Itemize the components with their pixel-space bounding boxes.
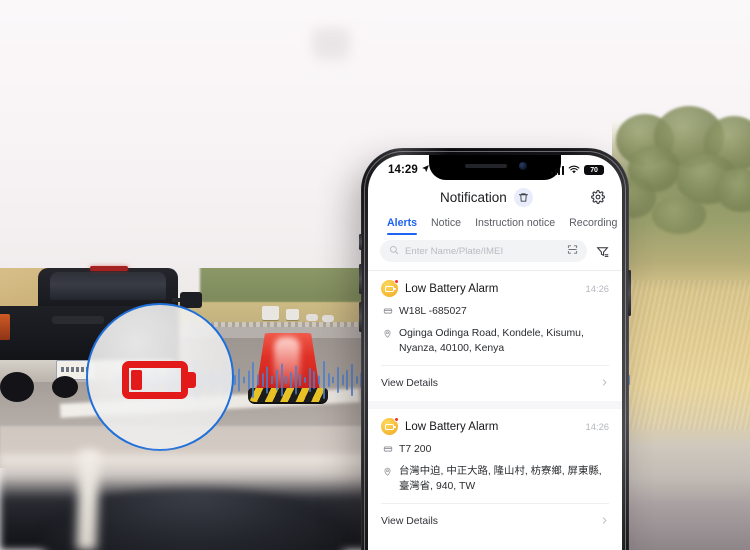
table-row[interactable]: Low Battery Alarm 14:26 T7 200 台灣中迫, 中正大… [368, 409, 622, 540]
alert-time: 14:26 [585, 421, 609, 433]
alert-header-row: Low Battery Alarm 14:26 [381, 417, 609, 436]
phone-volume-up-button[interactable] [359, 264, 362, 294]
screenshot-stage: 14:29 70 Notification Alerts Notice Inst… [0, 0, 750, 550]
page-title: Notification [440, 189, 507, 205]
blurred-ceiling-shape [312, 28, 350, 60]
alert-address-row: Oginga Odinga Road, Kondele, Kisumu, Nya… [381, 319, 609, 356]
trash-icon[interactable] [513, 187, 533, 207]
filter-icon[interactable] [594, 243, 610, 259]
magnifier-lens [86, 303, 234, 451]
tab-recording[interactable]: Recording [562, 215, 622, 236]
unread-dot-icon [394, 279, 399, 284]
view-details-row[interactable]: View Details [381, 503, 609, 539]
alert-device: W18L -685027 [399, 306, 467, 317]
map-pin-icon [382, 464, 393, 477]
phone-screen: 14:29 70 Notification Alerts Notice Inst… [368, 155, 622, 550]
tab-notice[interactable]: Notice [424, 215, 468, 236]
phone-mockup: 14:29 70 Notification Alerts Notice Inst… [359, 148, 631, 550]
phone-volume-down-button[interactable] [359, 302, 362, 332]
alert-address: 台灣中迫, 中正大路, 隆山村, 枋寮鄉, 屏東縣, 臺灣省, 940, TW [399, 466, 602, 493]
tab-alerts[interactable]: Alerts [380, 215, 424, 236]
header-title-group: Notification [440, 187, 533, 207]
vehicle-icon [382, 442, 393, 454]
status-bar-time: 14:29 [388, 164, 418, 176]
alert-address-row: 台灣中迫, 中正大路, 隆山村, 枋寮鄉, 屏東縣, 臺灣省, 940, TW [381, 457, 609, 494]
alert-list: Low Battery Alarm 14:26 W18L -685027 Ogi… [368, 271, 622, 540]
phone-power-button[interactable] [628, 270, 631, 316]
tab-instruction-notice[interactable]: Instruction notice [468, 215, 562, 236]
chevron-right-icon [600, 512, 609, 530]
alert-device-row: T7 200 [381, 435, 609, 457]
cellular-signal-icon [550, 165, 564, 175]
status-bar-left: 14:29 [388, 164, 430, 176]
alert-time: 14:26 [585, 283, 609, 294]
wifi-icon [568, 161, 580, 179]
battery-alert-icon [381, 417, 399, 436]
low-battery-icon [122, 361, 196, 399]
alert-header-row: Low Battery Alarm 14:26 [381, 279, 609, 297]
battery-level-label: 70 [590, 166, 598, 174]
status-bar-right: 70 [550, 161, 604, 179]
search-placeholder: Enter Name/Plate/IMEI [405, 245, 504, 257]
view-details-label: View Details [381, 515, 438, 527]
search-row: Enter Name/Plate/IMEI [368, 236, 622, 270]
alert-title: Low Battery Alarm [405, 420, 499, 433]
search-input[interactable]: Enter Name/Plate/IMEI [380, 240, 587, 262]
gear-icon[interactable] [588, 187, 608, 207]
map-pin-icon [382, 326, 393, 339]
phone-mute-switch[interactable] [359, 234, 362, 250]
unread-dot-icon [394, 417, 399, 423]
alert-device-row: W18L -685027 [381, 297, 609, 319]
status-bar: 14:29 70 [368, 155, 622, 181]
vehicle-icon [382, 304, 393, 316]
view-details-row[interactable]: View Details [381, 365, 609, 401]
notification-tabs: Alerts Notice Instruction notice Recordi… [368, 211, 622, 236]
battery-alert-icon [381, 279, 399, 297]
alert-address: Oginga Odinga Road, Kondele, Kisumu, Nya… [399, 328, 584, 355]
dashboard-pillar [76, 449, 100, 550]
scan-qr-icon[interactable] [567, 242, 578, 260]
app-header: Notification [368, 181, 622, 211]
location-arrow-icon [421, 164, 430, 176]
alert-title: Low Battery Alarm [405, 282, 499, 295]
table-row[interactable]: Low Battery Alarm 14:26 W18L -685027 Ogi… [368, 271, 622, 402]
view-details-label: View Details [381, 377, 438, 389]
chevron-right-icon [600, 374, 609, 392]
list-gap [368, 401, 622, 410]
right-hillside-photo [610, 106, 750, 550]
search-icon [389, 242, 399, 260]
battery-status-icon: 70 [584, 164, 604, 176]
alert-device: T7 200 [399, 444, 432, 456]
